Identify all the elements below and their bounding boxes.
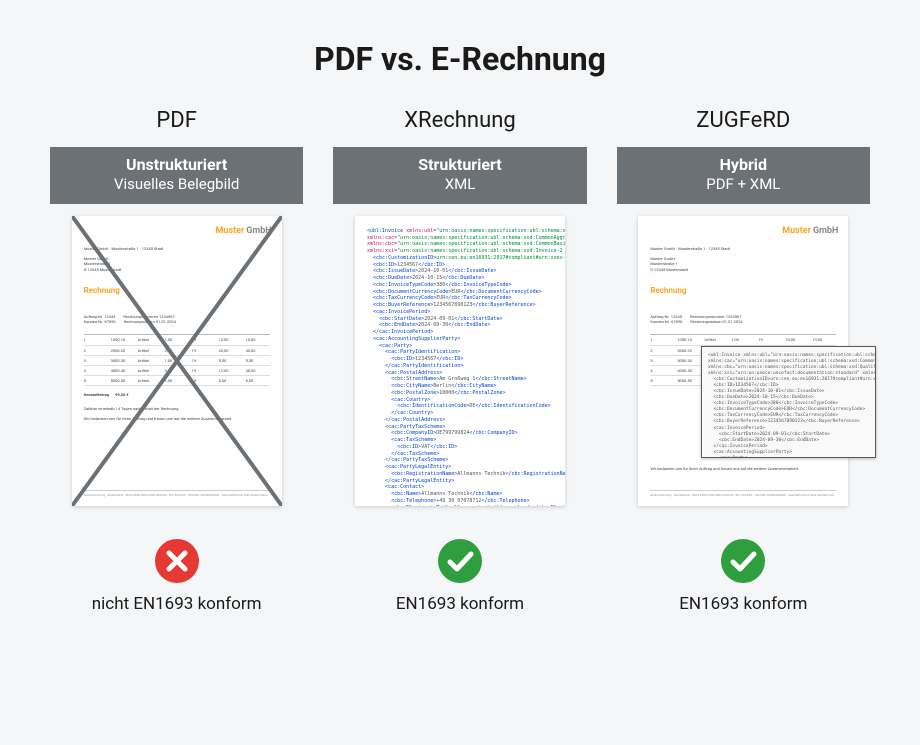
col-zugferd-badge: Hybrid PDF + XML [617, 147, 870, 204]
zugferd-xml-overlay: <ubl:Invoice xmlns:ubl="urn:oasis:names:… [701, 346, 876, 458]
col-pdf-docslot: MusterGmbH Muster GmbH · Musterstraße 1 … [50, 216, 303, 526]
col-xrechnung-head: XRechnung [404, 108, 515, 133]
columns: PDF Unstrukturiert Visuelles Belegbild M… [50, 108, 870, 614]
check-circle-icon [437, 538, 483, 584]
col-xrechnung-badge: Strukturiert XML [333, 147, 586, 204]
col-zugferd: ZUGFeRD Hybrid PDF + XML MusterGmbH Must… [617, 108, 870, 614]
doc-logo-part2: GmbH [813, 226, 838, 236]
col-pdf-status: nicht EN1693 konform [92, 538, 262, 614]
col-pdf-badge-line2: Visuelles Belegbild [56, 175, 297, 194]
col-xrechnung-status: EN1693 konform [396, 538, 524, 614]
col-zugferd-docslot: MusterGmbH Muster GmbH · Musterstraße 1 … [617, 216, 870, 526]
col-pdf-head: PDF [156, 108, 196, 133]
cross-circle-icon [154, 538, 200, 584]
col-pdf-badge-line1: Unstrukturiert [56, 155, 297, 175]
doc-heading: Rechnung [650, 286, 836, 296]
col-zugferd-status: EN1693 konform [679, 538, 807, 614]
col-zugferd-status-label: EN1693 konform [679, 594, 807, 614]
col-zugferd-badge-line2: PDF + XML [623, 175, 864, 194]
col-xrechnung-docslot: <ubl:Invoice xmlns:ubl="urn:oasis:names:… [333, 216, 586, 526]
col-xrechnung-badge-line1: Strukturiert [339, 155, 580, 175]
col-xrechnung: XRechnung Strukturiert XML <ubl:Invoice … [333, 108, 586, 614]
col-pdf-badge: Unstrukturiert Visuelles Belegbild [50, 147, 303, 204]
doc-logo: MusterGmbH [782, 226, 838, 238]
col-xrechnung-badge-line2: XML [339, 175, 580, 194]
col-zugferd-head: ZUGFeRD [696, 108, 790, 133]
page-title: PDF vs. E-Rechnung [50, 40, 870, 78]
doc-logo-part2: GmbH [246, 226, 271, 236]
doc-logo-part1: Muster [782, 226, 811, 236]
col-xrechnung-status-label: EN1693 konform [396, 594, 524, 614]
doc-logo-part1: Muster [216, 226, 245, 236]
pdf-invoice-preview: MusterGmbH Muster GmbH · Musterstraße 1 … [72, 216, 282, 506]
col-pdf: PDF Unstrukturiert Visuelles Belegbild M… [50, 108, 303, 614]
doc-heading: Rechnung [84, 286, 270, 296]
xrechnung-xml-preview: <ubl:Invoice xmlns:ubl="urn:oasis:names:… [355, 216, 565, 506]
doc-logo: MusterGmbH [216, 226, 272, 238]
col-zugferd-badge-line1: Hybrid [623, 155, 864, 175]
col-pdf-status-label: nicht EN1693 konform [92, 594, 262, 614]
check-circle-icon [720, 538, 766, 584]
